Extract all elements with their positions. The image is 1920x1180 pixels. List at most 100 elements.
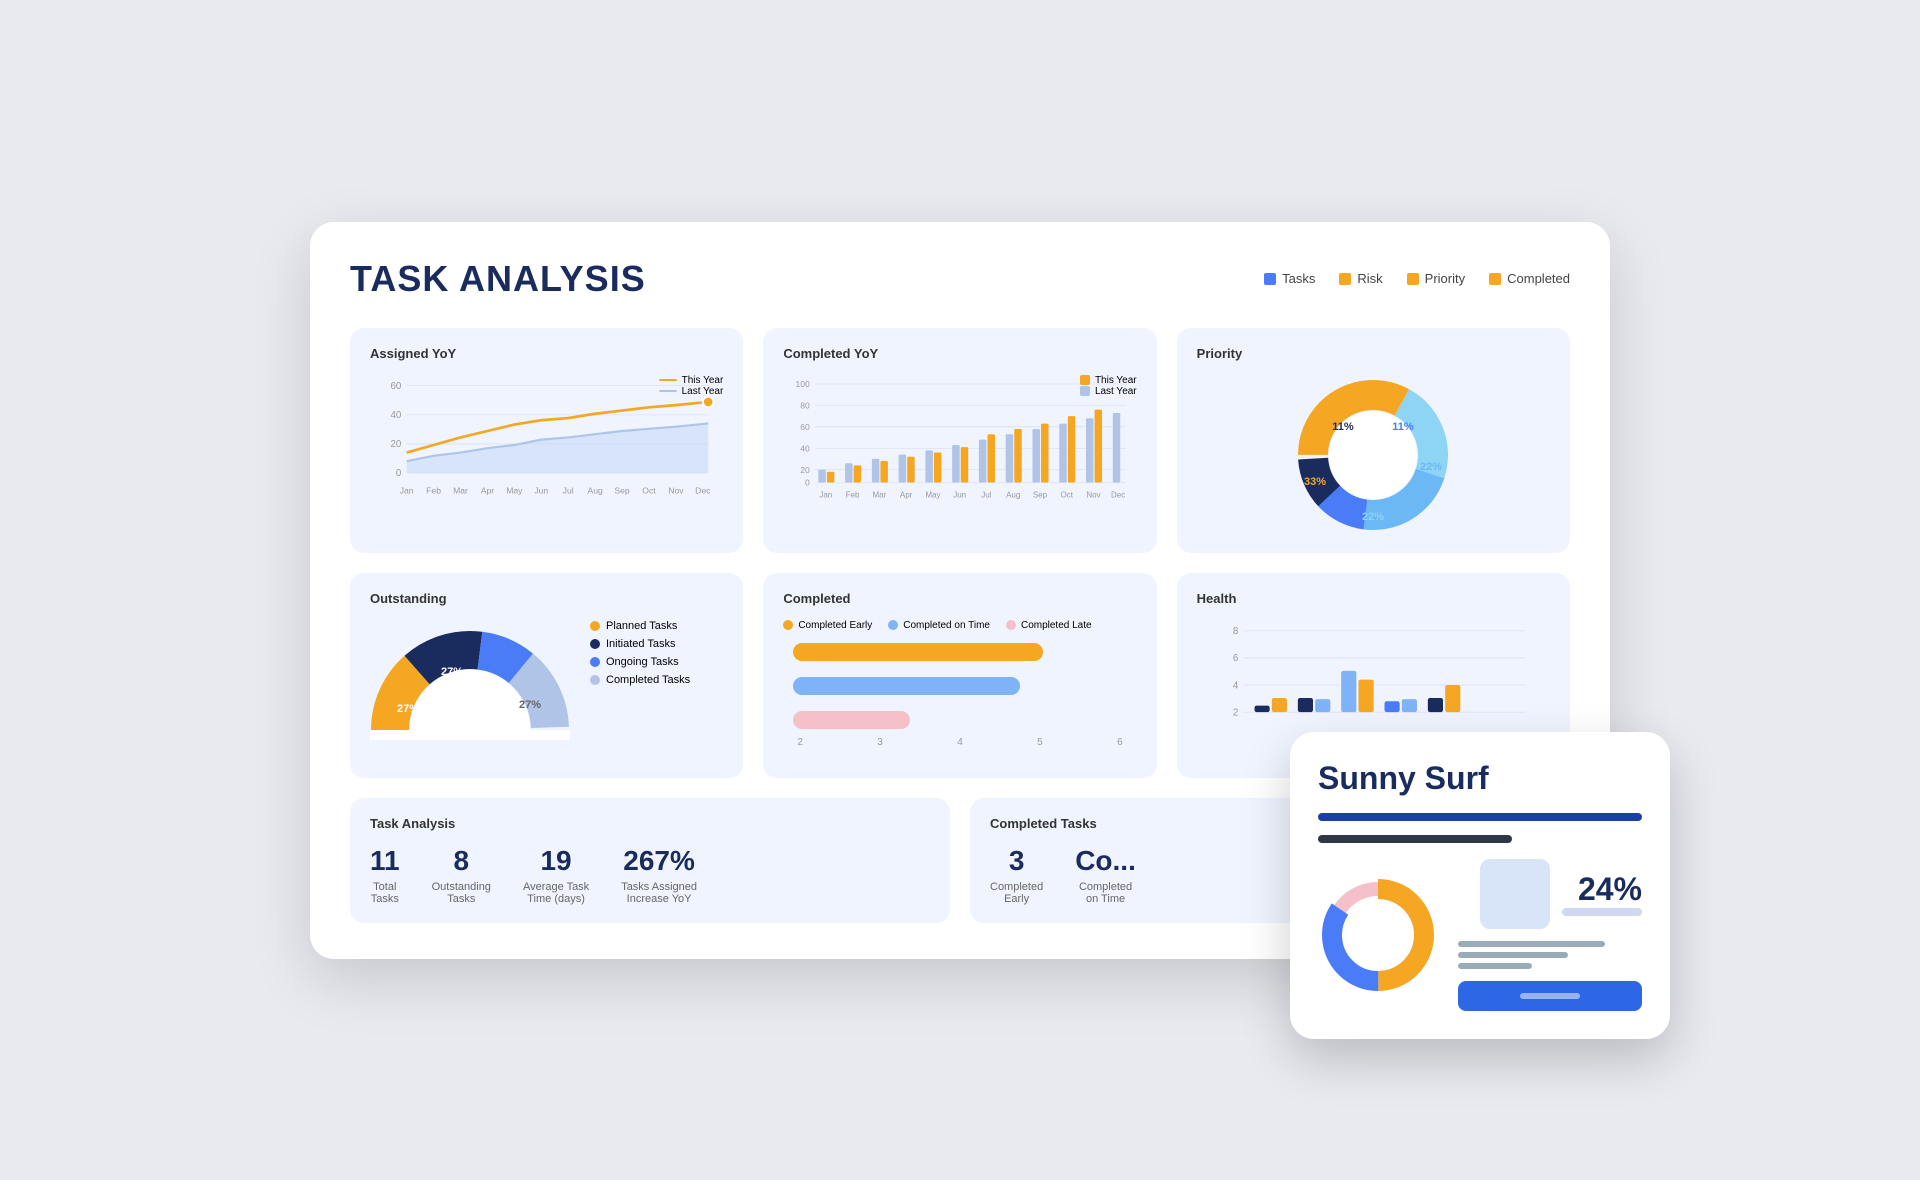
outstanding-panel: Outstanding bbox=[350, 573, 743, 778]
dashboard-wrapper: TASK ANALYSIS Tasks Risk Priority Comple… bbox=[310, 222, 1610, 959]
svg-text:0: 0 bbox=[805, 477, 810, 487]
sunny-line-2 bbox=[1458, 952, 1568, 958]
assigned-yoy-title: Assigned YoY bbox=[370, 346, 723, 361]
completed-panel: Completed Completed Early Completed on T… bbox=[763, 573, 1156, 778]
legend-priority: Priority bbox=[1407, 271, 1465, 286]
svg-text:Dec: Dec bbox=[695, 485, 711, 495]
svg-text:Aug: Aug bbox=[587, 485, 603, 495]
hbar-rows: 23456 bbox=[783, 643, 1136, 748]
sunny-donut-svg bbox=[1318, 875, 1438, 995]
svg-text:Nov: Nov bbox=[1087, 490, 1101, 499]
legend-tasks: Tasks bbox=[1264, 271, 1315, 286]
hbar-early bbox=[793, 643, 1126, 661]
sunny-surf-card: Sunny Surf 24% bbox=[1290, 732, 1670, 1039]
stat-completed-early: 3 CompletedEarly bbox=[990, 845, 1043, 905]
legend-early: Completed Early bbox=[783, 620, 872, 631]
header-legend: Tasks Risk Priority Completed bbox=[1264, 271, 1570, 286]
assigned-this-year: This Year bbox=[659, 375, 724, 386]
svg-text:Feb: Feb bbox=[426, 485, 441, 495]
completed-yoy-title: Completed YoY bbox=[783, 346, 1136, 361]
completed-yoy-legend: This Year Last Year bbox=[1080, 375, 1137, 397]
sunny-surf-title: Sunny Surf bbox=[1318, 760, 1642, 797]
stat-completed-ontime: Co... Completedon Time bbox=[1075, 845, 1136, 905]
svg-text:Jan: Jan bbox=[400, 485, 414, 495]
svg-text:40: 40 bbox=[390, 410, 401, 421]
completed-title: Completed bbox=[783, 591, 1136, 606]
svg-text:20: 20 bbox=[801, 464, 811, 474]
legend-risk: Risk bbox=[1339, 271, 1382, 286]
sunny-button-label bbox=[1520, 993, 1580, 999]
priority-panel: Priority bbox=[1177, 328, 1570, 553]
svg-text:Jul: Jul bbox=[563, 485, 574, 495]
outstanding-completed: Completed Tasks bbox=[590, 674, 690, 686]
outstanding-legend: Planned Tasks Initiated Tasks Ongoing Ta… bbox=[590, 620, 690, 686]
sunny-line-3 bbox=[1458, 963, 1532, 969]
task-analysis-panel: Task Analysis 11 TotalTasks 8 Outstandin… bbox=[350, 798, 950, 923]
svg-text:Apr: Apr bbox=[900, 490, 913, 499]
svg-text:Feb: Feb bbox=[846, 490, 860, 499]
sunny-donut bbox=[1318, 875, 1438, 995]
health-title: Health bbox=[1197, 591, 1550, 606]
svg-text:Sep: Sep bbox=[614, 485, 630, 495]
svg-text:60: 60 bbox=[390, 381, 401, 392]
completed-yoy-chart: 100 80 60 40 20 0 bbox=[783, 375, 1136, 535]
svg-text:Apr: Apr bbox=[481, 485, 495, 495]
legend-ontime: Completed on Time bbox=[888, 620, 990, 631]
outstanding-svg: 27% 27% 18% 27% bbox=[370, 620, 570, 740]
svg-text:27%: 27% bbox=[519, 699, 541, 711]
top-charts-grid: Assigned YoY 60 40 20 0 bbox=[350, 328, 1570, 553]
sunny-button[interactable] bbox=[1458, 981, 1642, 1011]
assigned-last-year: Last Year bbox=[659, 386, 724, 397]
header: TASK ANALYSIS Tasks Risk Priority Comple… bbox=[350, 258, 1570, 300]
svg-text:Aug: Aug bbox=[1006, 490, 1020, 499]
task-analysis-title: Task Analysis bbox=[370, 816, 930, 831]
stat-total-tasks: 11 TotalTasks bbox=[370, 845, 400, 905]
svg-text:11%: 11% bbox=[1393, 421, 1415, 433]
svg-text:Oct: Oct bbox=[642, 485, 656, 495]
sunny-right-content: 24% bbox=[1458, 859, 1642, 1011]
assigned-yoy-chart: 60 40 20 0 Jan Feb Mar bbox=[370, 375, 723, 535]
svg-text:80: 80 bbox=[801, 400, 811, 410]
stat-avg-time: 19 Average TaskTime (days) bbox=[523, 845, 589, 905]
sunny-content: 24% bbox=[1318, 859, 1642, 1011]
svg-text:Nov: Nov bbox=[668, 485, 684, 495]
svg-text:Jun: Jun bbox=[954, 490, 967, 499]
svg-text:18%: 18% bbox=[479, 661, 501, 673]
sunny-line-1 bbox=[1458, 941, 1605, 947]
completed-legend: Completed Early Completed on Time Comple… bbox=[783, 620, 1136, 631]
sunny-percent-block: 24% bbox=[1562, 871, 1642, 916]
svg-text:May: May bbox=[926, 490, 941, 499]
svg-text:Jan: Jan bbox=[820, 490, 833, 499]
page-title: TASK ANALYSIS bbox=[350, 258, 646, 300]
assigned-yoy-panel: Assigned YoY 60 40 20 0 bbox=[350, 328, 743, 553]
svg-text:100: 100 bbox=[796, 379, 811, 389]
task-analysis-stats: 11 TotalTasks 8 OutstandingTasks 19 Aver… bbox=[370, 845, 930, 905]
svg-text:4: 4 bbox=[1232, 680, 1238, 691]
svg-text:22%: 22% bbox=[1362, 511, 1384, 523]
stat-increase-yoy: 267% Tasks AssignedIncrease YoY bbox=[621, 845, 697, 905]
svg-text:0: 0 bbox=[396, 468, 402, 479]
health-svg: 8 6 4 2 bbox=[1197, 620, 1550, 750]
completed-yoy-panel: Completed YoY 100 80 60 40 20 bbox=[763, 328, 1156, 553]
outstanding-chart: 27% 27% 18% 27% Planned Tasks Initiated … bbox=[370, 620, 723, 740]
sunny-bar bbox=[1318, 813, 1642, 821]
svg-text:6: 6 bbox=[1232, 653, 1237, 664]
hbar-ontime bbox=[793, 677, 1126, 695]
svg-text:27%: 27% bbox=[397, 703, 419, 715]
svg-text:Jul: Jul bbox=[982, 490, 992, 499]
priority-donut: 11% 11% 22% 22% 33% bbox=[1197, 375, 1550, 535]
svg-text:Oct: Oct bbox=[1061, 490, 1074, 499]
svg-text:60: 60 bbox=[801, 422, 811, 432]
svg-text:Sep: Sep bbox=[1033, 490, 1048, 499]
svg-text:Jun: Jun bbox=[534, 485, 548, 495]
svg-text:Mar: Mar bbox=[453, 485, 468, 495]
legend-completed: Completed bbox=[1489, 271, 1570, 286]
svg-text:33%: 33% bbox=[1304, 476, 1326, 488]
svg-text:22%: 22% bbox=[1420, 461, 1442, 473]
outstanding-title: Outstanding bbox=[370, 591, 723, 606]
tasks-dot bbox=[1264, 273, 1276, 285]
risk-dot bbox=[1339, 273, 1351, 285]
completed-last-year: Last Year bbox=[1080, 386, 1137, 397]
svg-text:May: May bbox=[506, 485, 523, 495]
hbar-late bbox=[793, 711, 1126, 729]
